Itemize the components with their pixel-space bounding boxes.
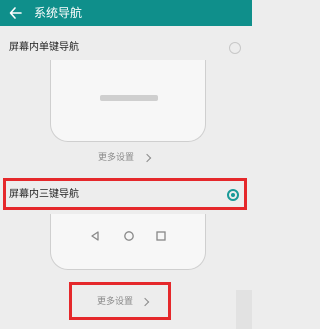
single-key-radio[interactable] <box>229 42 241 54</box>
top-bar: 系统导航 <box>0 0 252 26</box>
single-key-preview <box>50 60 206 142</box>
nav-back-triangle-icon <box>91 231 99 241</box>
nav-recent-square-icon <box>156 231 166 241</box>
option-single-key-label[interactable]: 屏幕内单键导航 <box>9 41 79 55</box>
home-bar-indicator <box>100 95 158 101</box>
back-arrow-icon[interactable] <box>8 5 24 21</box>
three-key-preview <box>50 214 206 270</box>
edge-shadow <box>236 290 252 329</box>
chevron-right-icon <box>142 153 152 163</box>
page-title: 系统导航 <box>34 6 83 20</box>
nav-home-circle-icon <box>124 231 134 241</box>
highlight-box-option <box>3 178 247 210</box>
more-settings-link-1[interactable]: 更多设置 <box>98 152 134 164</box>
highlight-box-more-settings <box>69 282 171 320</box>
